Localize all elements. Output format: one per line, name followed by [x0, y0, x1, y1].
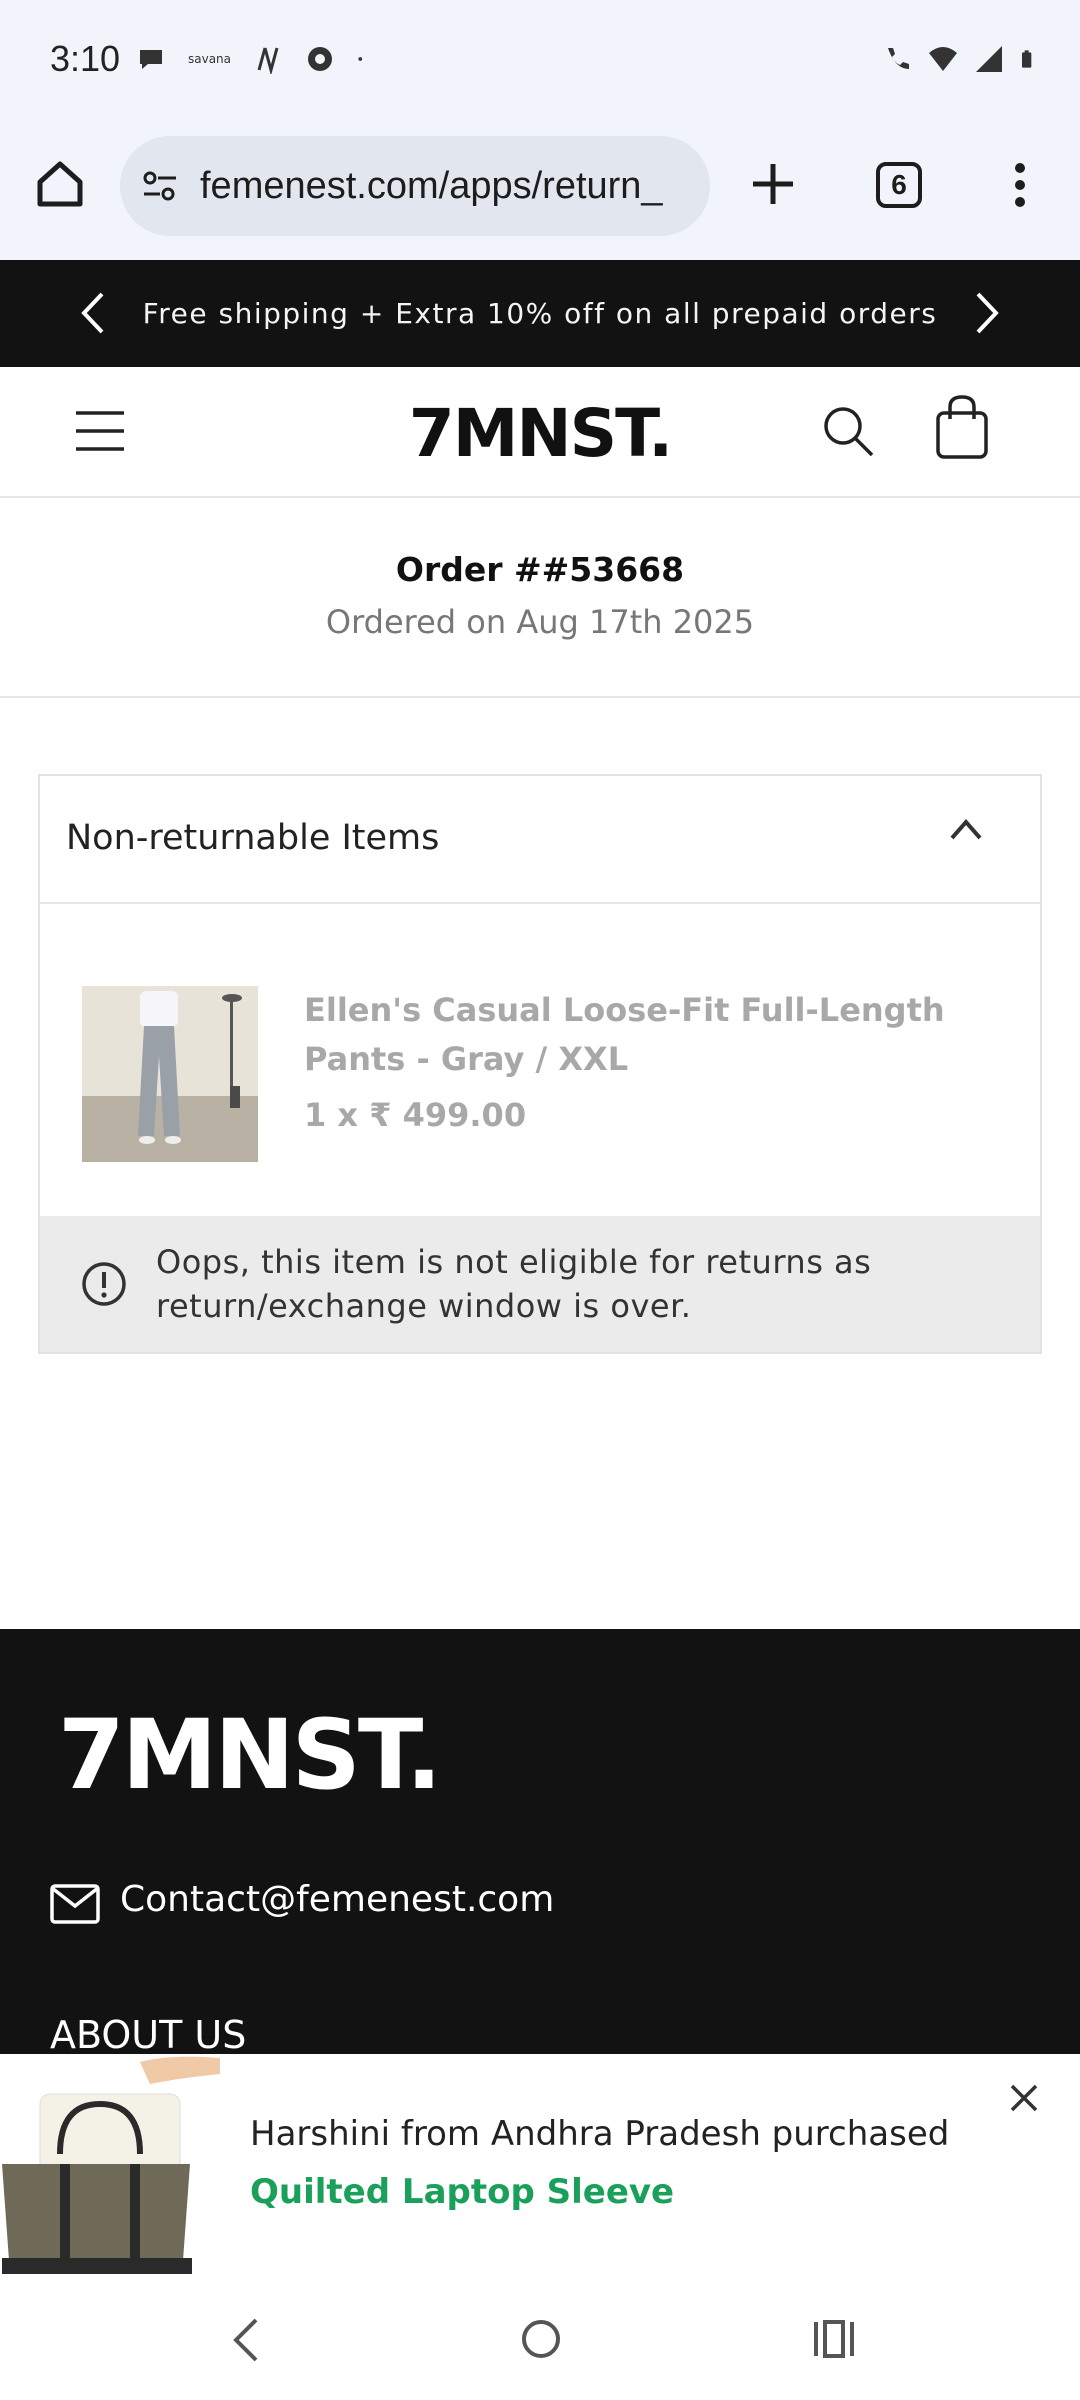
wifi-icon — [929, 47, 957, 71]
contact-email-link[interactable]: Contact@femenest.com — [120, 1879, 554, 1920]
url-text[interactable]: femenest.com/apps/return_ — [200, 165, 663, 208]
about-us-heading[interactable]: ABOUT US — [50, 2013, 246, 2057]
order-number: Order ##53668 — [395, 550, 685, 589]
savana-logo-icon: savana — [188, 52, 232, 66]
product-image — [82, 986, 258, 1162]
order-date: Ordered on Aug 17th 2025 — [325, 603, 755, 641]
tab-switcher-button[interactable]: 6 — [876, 162, 922, 208]
notice-text: Oops, this item is not eligible for retu… — [156, 1243, 872, 1325]
system-nav-bar — [0, 2282, 1080, 2400]
chevron-left-icon[interactable] — [74, 288, 114, 338]
panel-header[interactable]: Non-returnable Items — [40, 776, 1040, 904]
chevron-up-icon[interactable] — [946, 814, 986, 844]
footer-logo: 7MNST. — [58, 1699, 442, 1811]
search-icon[interactable] — [820, 403, 876, 459]
status-time: 3:10 — [50, 38, 121, 79]
chevron-right-icon[interactable] — [966, 288, 1006, 338]
mail-icon — [50, 1884, 100, 1924]
non-returnable-panel: Non-returnable Items Ellen's Casual Loos… — [38, 774, 1042, 1354]
announcement-text: Free shipping + Extra 10% off on all pre… — [142, 297, 938, 330]
list-item: Ellen's Casual Loose-Fit Full-Length Pan… — [40, 906, 1040, 1216]
site-footer: 7MNST. Contact@femenest.com ABOUT US — [0, 1629, 1080, 2057]
order-info: Order ##53668 Ordered on Aug 17th 2025 — [0, 498, 1080, 698]
purchase-notification[interactable]: Harshini from Andhra Pradesh purchased Q… — [0, 2054, 1080, 2282]
url-bar[interactable]: femenest.com/apps/return_ — [120, 136, 710, 236]
new-tab-icon[interactable] — [745, 156, 801, 212]
notion-icon — [257, 47, 279, 74]
wifi-call-icon — [888, 48, 909, 69]
chat-bubble-icon — [140, 50, 162, 69]
recents-icon[interactable] — [812, 2318, 856, 2360]
more-options-icon[interactable] — [1000, 160, 1040, 210]
alert-circle-icon — [82, 1262, 126, 1306]
home-circle-icon[interactable] — [520, 2318, 562, 2360]
pants-photo — [82, 986, 258, 1162]
purchased-product-link[interactable]: Quilted Laptop Sleeve — [250, 2172, 674, 2212]
signal-icon — [976, 46, 1002, 72]
threads-icon — [308, 47, 333, 71]
announcement-bar: Free shipping + Extra 10% off on all pre… — [0, 260, 1080, 367]
ineligible-notice: Oops, this item is not eligible for retu… — [40, 1216, 1040, 1352]
site-settings-icon[interactable] — [138, 164, 182, 208]
product-name: Ellen's Casual Loose-Fit Full-Length Pan… — [304, 991, 945, 1078]
home-icon[interactable] — [32, 156, 88, 212]
site-logo[interactable]: 7MNST. — [0, 395, 1080, 472]
status-bar: 3:10 savana — [0, 0, 1080, 126]
tote-bag-image — [0, 2054, 225, 2282]
product-price: 1 x ₹ 499.00 — [304, 1096, 527, 1134]
browser-toolbar: femenest.com/apps/return_ 6 — [0, 126, 1080, 260]
panel-title: Non-returnable Items — [66, 818, 440, 858]
purchase-message: Harshini from Andhra Pradesh purchased — [250, 2114, 950, 2154]
dot-icon — [358, 57, 363, 61]
product-info: Ellen's Casual Loose-Fit Full-Length Pan… — [304, 986, 1004, 1134]
shopping-bag-icon[interactable] — [932, 393, 992, 461]
tab-count: 6 — [891, 169, 907, 200]
notification-icons: savana — [136, 44, 371, 74]
battery-icon — [1022, 50, 1032, 68]
back-icon[interactable] — [228, 2316, 262, 2364]
close-icon[interactable] — [1006, 2080, 1042, 2116]
site-header: 7MNST. — [0, 367, 1080, 498]
system-icons — [882, 44, 1040, 74]
